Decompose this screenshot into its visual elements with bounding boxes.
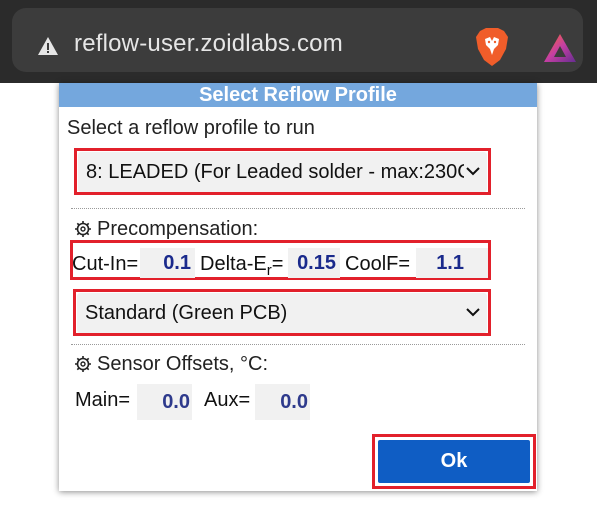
aux-offset-value[interactable]: 0.0 — [255, 384, 310, 420]
dialog-title: Select Reflow Profile — [59, 83, 537, 107]
profile-select-value: 8: LEADED (For Leaded solder - max:230C — [86, 161, 464, 183]
dialog-subtitle: Select a reflow profile to run — [67, 117, 315, 139]
precompensation-label: Precompensation: — [97, 218, 259, 240]
brave-lion-icon[interactable] — [474, 27, 510, 67]
browser-toolbar: reflow-user.zoidlabs.com — [0, 0, 597, 83]
delta-equals: = — [271, 253, 284, 275]
sensor-offsets-label: Sensor Offsets, °C: — [97, 353, 269, 375]
warning-icon[interactable] — [37, 35, 59, 57]
divider — [71, 344, 525, 345]
main-offset-label: Main= — [75, 389, 131, 411]
address-bar[interactable]: reflow-user.zoidlabs.com — [12, 8, 583, 72]
reflow-profile-dialog: Select Reflow Profile Select a reflow pr… — [59, 83, 537, 491]
cut-in-label: Cut-In= — [72, 253, 139, 275]
ok-button[interactable]: Ok — [378, 440, 530, 483]
pcb-type-select-value: Standard (Green PCB) — [85, 302, 288, 324]
chevron-down-icon — [466, 308, 480, 317]
aux-offset-label: Aux= — [204, 389, 251, 411]
divider — [71, 208, 525, 209]
delta-er-label: Delta-Er= — [200, 253, 283, 279]
gear-icon — [75, 356, 91, 372]
main-offset-value[interactable]: 0.0 — [137, 384, 192, 420]
delta-label: Delta-E — [200, 253, 267, 275]
coolf-label: CoolF= — [345, 253, 411, 275]
coolf-value[interactable]: 1.1 — [416, 248, 488, 278]
url-text[interactable]: reflow-user.zoidlabs.com — [74, 30, 343, 58]
pcb-type-select[interactable]: Standard (Green PCB) — [77, 293, 487, 333]
brave-rewards-icon[interactable] — [542, 32, 578, 64]
chevron-down-icon — [466, 167, 480, 176]
cut-in-value[interactable]: 0.1 — [140, 248, 195, 278]
gear-icon — [75, 221, 91, 237]
delta-er-value[interactable]: 0.15 — [288, 248, 340, 278]
profile-select[interactable]: 8: LEADED (For Leaded solder - max:230C — [78, 152, 487, 192]
